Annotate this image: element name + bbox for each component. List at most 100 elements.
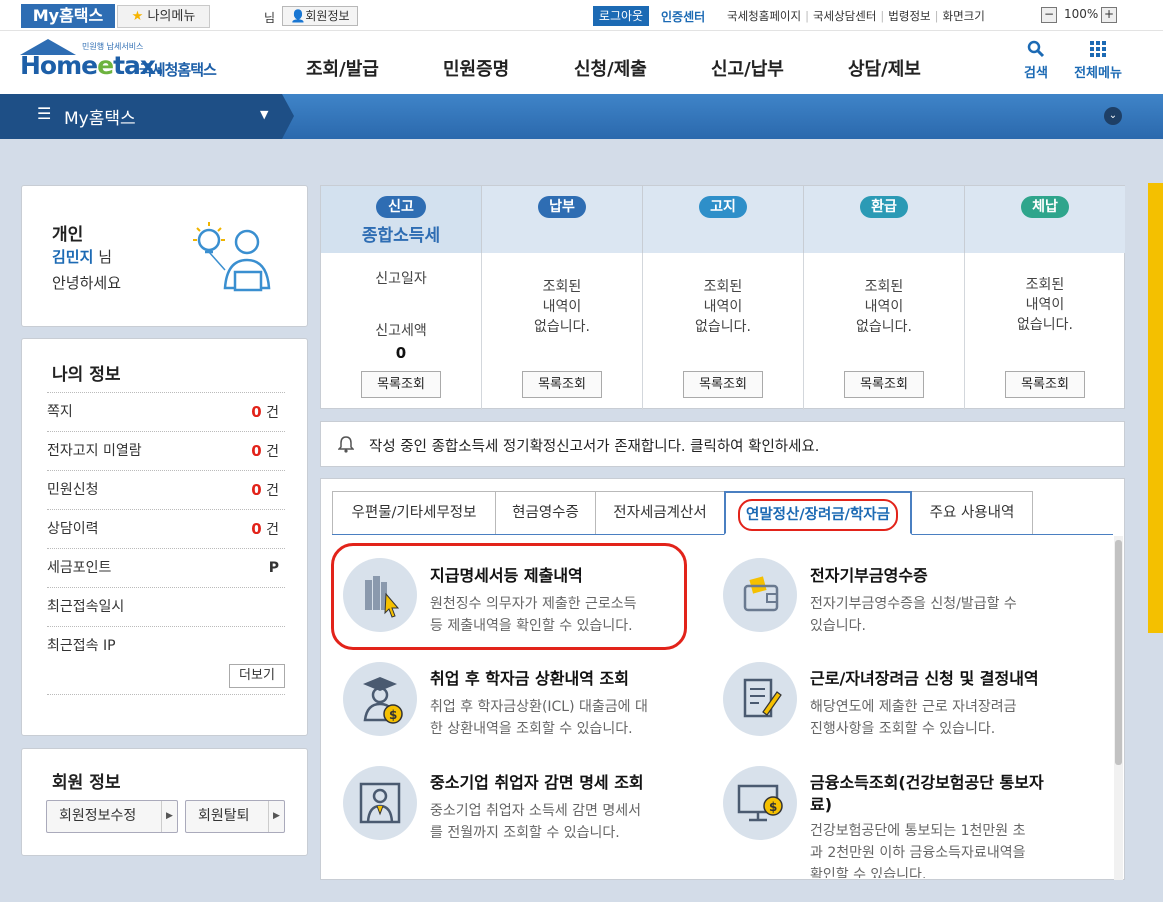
gnb-consult-report[interactable]: 상담/제보 (848, 55, 921, 81)
service-title[interactable]: 중소기업 취업자 감면 명세 조회 (430, 772, 644, 794)
edit-member-button[interactable]: 회원정보수정 ▶ (46, 800, 178, 833)
notice-badge: 고지 (699, 196, 747, 218)
zoom-in-button[interactable]: + (1101, 7, 1117, 23)
info-row-consult[interactable]: 상담이력 0 건 (47, 510, 285, 549)
bell-icon (338, 436, 354, 453)
my-info-title: 나의 정보 (52, 365, 121, 385)
service-title[interactable]: 근로/자녀장려금 신청 및 결정내역 (810, 668, 1039, 690)
all-menu-label: 전체메뉴 (1074, 66, 1122, 81)
user-name: 김민지 (52, 248, 94, 266)
search-button[interactable]: 검색 (1019, 40, 1053, 81)
withdraw-button[interactable]: 회원탈퇴 ▶ (185, 800, 285, 833)
service-desc: 원천징수 의무자가 제출한 근로소득 등 제출내역을 확인할 수 있습니다. (430, 596, 637, 634)
payment-body: 조회된 내역이 없습니다. 목록조회 (482, 253, 643, 410)
report-header[interactable]: 신고 종합소득세 (321, 186, 482, 253)
chevron-right-icon: ▶ (161, 801, 177, 832)
band-arrow (282, 94, 294, 139)
books-cursor-icon (365, 576, 400, 618)
tab-underline (332, 534, 1113, 535)
zoom-out-button[interactable]: − (1041, 7, 1057, 23)
top-links: 국세청홈페이지 | 국세상담센터 | 법령정보 | 화면크기 (727, 9, 985, 23)
tab-mail-tax-info[interactable]: 우편물/기타세무정보 (332, 491, 496, 535)
service-title[interactable]: 지급명세서등 제출내역 (430, 565, 583, 587)
hometax-logo[interactable]: 민원행 납세서비스 Homeetax. 국세청홈택스 (20, 39, 230, 89)
service-title[interactable]: 전자기부금영수증 (810, 565, 928, 587)
arrears-list-button[interactable]: 목록조회 (1005, 371, 1085, 398)
scrollbar-thumb[interactable] (1115, 540, 1122, 765)
tab-main-usage[interactable]: 주요 사용내역 (911, 491, 1033, 535)
info-row-notes[interactable]: 쪽지 0 건 (47, 393, 285, 432)
refund-body: 조회된 내역이 없습니다. 목록조회 (804, 253, 965, 410)
my-info-panel: 나의 정보 쪽지 0 건 전자고지 미열람 0 건 민원신청 0 건 상담이력 0 건 … (21, 338, 308, 736)
tab-year-end-settlement[interactable]: 연말정산/장려금/학자금 (724, 491, 912, 535)
tab-e-tax-invoice[interactable]: 전자세금계산서 (595, 491, 725, 535)
report-list-button[interactable]: 목록조회 (361, 371, 441, 398)
dropdown-caret-icon[interactable]: ▼ (260, 108, 268, 121)
arrears-badge: 체납 (1021, 196, 1069, 218)
worker-icon (359, 782, 401, 824)
logo-korean: 국세청홈택스 (139, 61, 217, 79)
person-icon: 👤 (290, 9, 306, 23)
hamburger-icon: ☰ (37, 104, 52, 123)
report-badge: 신고 (376, 196, 426, 218)
my-hometax-tab[interactable]: My홈택스 (21, 4, 115, 28)
cert-center-link[interactable]: 인증센터 (661, 8, 705, 25)
financial-income-item[interactable]: $ (723, 766, 797, 840)
member-info-label: 회원정보 (305, 9, 350, 23)
draft-notice-bar[interactable]: 작성 중인 종합소득세 정기확정신고서가 존재합니다. 클릭하여 확인하세요. (320, 421, 1125, 467)
all-menu-button[interactable]: 전체메뉴 (1068, 40, 1128, 81)
info-row-tax-point[interactable]: 세금포인트 P (47, 549, 285, 588)
my-menu-tab[interactable]: ★ 나의메뉴 (117, 5, 210, 28)
tab-year-end-label: 연말정산/장려금/학자금 (738, 499, 898, 531)
tab-cash-receipt[interactable]: 현금영수증 (495, 491, 596, 535)
refund-badge: 환급 (860, 196, 908, 218)
law-info-link[interactable]: 법령정보 (888, 9, 930, 23)
logout-button[interactable]: 로그아웃 (593, 6, 649, 26)
payment-badge: 납부 (538, 196, 586, 218)
greeting: 안녕하세요 (52, 274, 122, 292)
refund-list-button[interactable]: 목록조회 (844, 371, 924, 398)
info-row-e-notice[interactable]: 전자고지 미열람 0 건 (47, 432, 285, 471)
gnb-report-pay[interactable]: 신고/납부 (711, 55, 784, 81)
info-row-civil[interactable]: 민원신청 0 건 (47, 471, 285, 510)
payment-header[interactable]: 납부 (482, 186, 643, 253)
svg-text:$: $ (769, 800, 777, 814)
search-label: 검색 (1024, 66, 1048, 81)
notice-header[interactable]: 고지 (643, 186, 804, 253)
payment-list-button[interactable]: 목록조회 (522, 371, 602, 398)
personal-panel: 개인 김민지 님 안녕하세요 (21, 185, 308, 327)
tax-consult-link[interactable]: 국세상담센터 (813, 9, 876, 23)
side-quick-bar[interactable] (1148, 183, 1163, 633)
incentive-item[interactable] (723, 662, 797, 736)
my-menu-label: 나의메뉴 (147, 9, 196, 24)
service-title[interactable]: 금융소득조회(건강보험공단 통보자 료) (810, 772, 1044, 816)
band-title: My홈택스 (64, 109, 136, 129)
graduate-coin-icon: $ (363, 677, 403, 724)
sme-reduction-item[interactable] (343, 766, 417, 840)
user-idea-icon (193, 222, 271, 292)
service-desc: 건강보험공단에 통보되는 1천만원 초과 2천만원 이하 금융소득자료내역을 확인… (810, 823, 1026, 878)
notice-list-button[interactable]: 목록조회 (683, 371, 763, 398)
notice-text: 작성 중인 종합소득세 정기확정신고서가 존재합니다. 클릭하여 확인하세요. (369, 439, 820, 455)
svg-text:$: $ (389, 708, 397, 722)
report-amount-label: 신고세액 (375, 323, 427, 339)
screen-size-label: 화면크기 (942, 9, 985, 23)
arrears-header[interactable]: 체납 (965, 186, 1125, 253)
report-subtitle: 종합소득세 (361, 226, 441, 246)
service-desc: 중소기업 취업자 소득세 감면 명세서 를 전월까지 조회할 수 있습니다. (430, 803, 641, 841)
member-info-button[interactable]: 👤회원정보 (282, 6, 358, 26)
refund-header[interactable]: 환급 (804, 186, 965, 253)
nts-homepage-link[interactable]: 국세청홈페이지 (727, 9, 801, 23)
service-desc: 해당연도에 제출한 근로 자녀장려금 진행사항을 조회할 수 있습니다. (810, 699, 1017, 737)
e-donation-item[interactable] (723, 558, 797, 632)
gnb-apply-submit[interactable]: 신청/제출 (574, 55, 647, 81)
student-loan-item[interactable]: $ (343, 662, 417, 736)
chevron-down-icon[interactable]: ⌄ (1104, 107, 1122, 125)
gnb-civil-certificate[interactable]: 민원증명 (443, 55, 509, 81)
more-button[interactable]: 더보기 (229, 664, 285, 688)
gnb-inquiry-issue[interactable]: 조회/발급 (306, 55, 379, 81)
payment-statement-item[interactable] (343, 558, 417, 632)
report-body: 신고일자 신고세액 0 목록조회 (321, 253, 482, 410)
grid-icon (1090, 41, 1106, 57)
service-title[interactable]: 취업 후 학자금 상환내역 조회 (430, 668, 629, 690)
